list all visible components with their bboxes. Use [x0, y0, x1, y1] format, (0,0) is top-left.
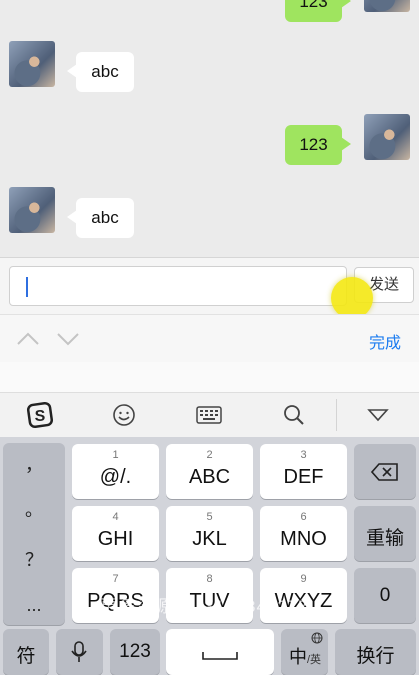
message-bubble-sent[interactable]: 123 [285, 125, 351, 165]
punctuation-ellipsis[interactable]: ... [3, 583, 65, 628]
punctuation-period[interactable]: 。 [3, 488, 65, 533]
key-3[interactable]: 3 DEF [260, 444, 347, 499]
message-input[interactable] [9, 266, 347, 306]
message-bubble-received[interactable]: abc [67, 52, 134, 92]
chevron-down-icon[interactable] [56, 327, 80, 351]
symbol-key[interactable]: 符 [3, 629, 49, 675]
sogou-logo-icon[interactable]: S [26, 401, 54, 429]
search-icon[interactable] [280, 401, 308, 429]
language-switch-key[interactable]: 中 /英 [281, 629, 328, 675]
retype-key[interactable]: 重输 [354, 506, 416, 561]
done-button[interactable]: 完成 [369, 329, 401, 353]
text-caret [26, 277, 28, 297]
avatar[interactable] [364, 114, 410, 160]
svg-text:S: S [35, 408, 46, 425]
toolbar-divider [336, 399, 337, 431]
globe-icon [311, 632, 323, 644]
key-1[interactable]: 1 @/. [72, 444, 159, 499]
key-4[interactable]: 4 GHI [72, 506, 159, 561]
chat-area: 123 abc 123 abc [0, 0, 419, 257]
space-key[interactable] [166, 629, 274, 675]
emoji-icon[interactable] [110, 401, 138, 429]
backspace-icon [371, 463, 398, 481]
key-0[interactable]: 0 [354, 568, 416, 623]
punctuation-comma[interactable]: ， [3, 443, 65, 488]
collapse-keyboard-icon[interactable] [364, 401, 392, 429]
watermark: 更多资源Q：3190342277 [100, 597, 309, 616]
keyboard-icon[interactable] [195, 401, 223, 429]
space-icon [202, 652, 238, 660]
keyboard: ， 。 ？ ... 1 @/. 2 ABC 3 DEF 4 GHI 5 JKL … [0, 437, 419, 675]
avatar[interactable] [9, 187, 55, 233]
message-bubble-sent[interactable]: 123 [285, 0, 351, 22]
numbers-key[interactable]: 123 [110, 629, 160, 675]
return-key[interactable]: 换行 [335, 629, 416, 675]
spacer [0, 362, 419, 392]
key-2[interactable]: 2 ABC [166, 444, 253, 499]
chevron-up-icon[interactable] [16, 327, 40, 351]
punctuation-question[interactable]: ？ [3, 538, 65, 583]
avatar[interactable] [364, 0, 410, 12]
touch-indicator [331, 277, 373, 319]
avatar[interactable] [9, 41, 55, 87]
keyboard-accessory-bar: 完成 [0, 314, 419, 363]
ime-toolbar: S [0, 392, 419, 438]
backspace-key[interactable] [354, 444, 416, 499]
microphone-icon [71, 641, 87, 662]
key-6[interactable]: 6 MNO [260, 506, 347, 561]
punctuation-column[interactable]: ， 。 ？ ... [3, 443, 65, 625]
key-5[interactable]: 5 JKL [166, 506, 253, 561]
message-bubble-received[interactable]: abc [67, 198, 134, 238]
voice-input-key[interactable] [56, 629, 103, 675]
